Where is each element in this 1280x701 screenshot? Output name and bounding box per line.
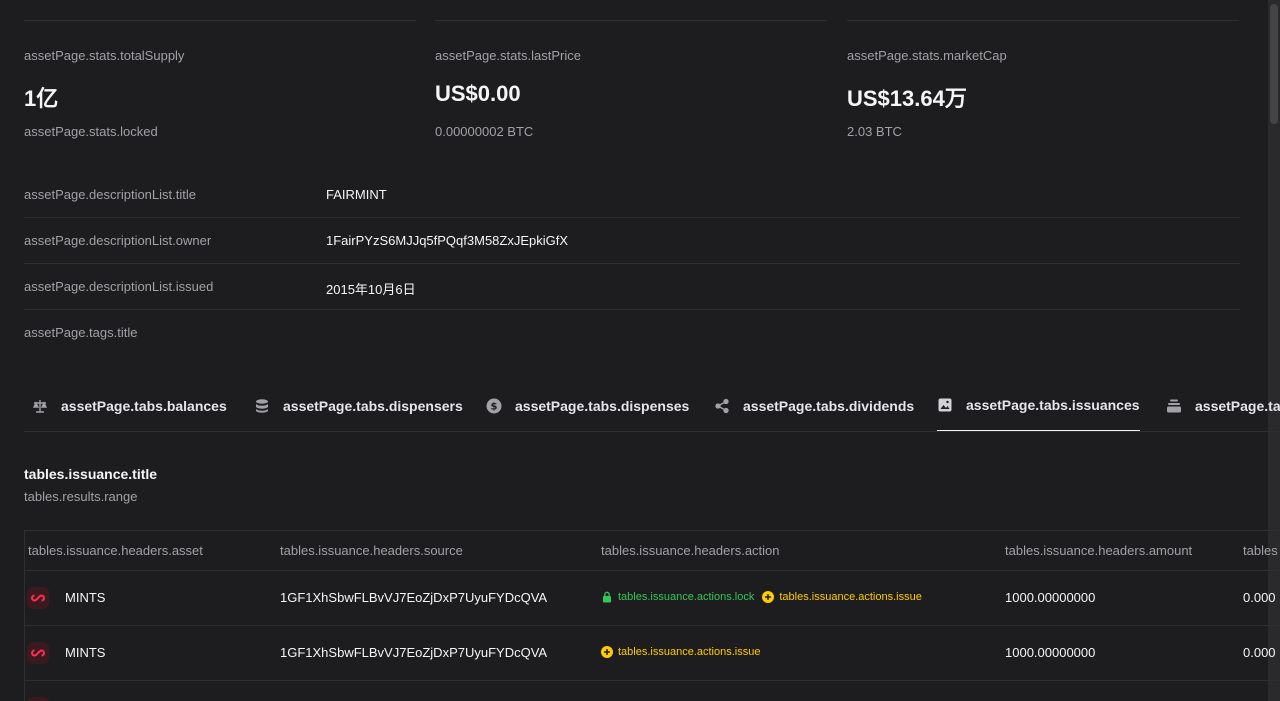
asset-page: assetPage.stats.totalSupply 1亿 assetPage… — [0, 0, 1280, 701]
description-term: assetPage.descriptionList.owner — [24, 233, 212, 248]
dollar-coin-icon: $ — [486, 398, 502, 414]
stat-sub: 2.03 BTC — [847, 124, 902, 139]
badge-label: tables.issuance.actions.issue — [779, 591, 922, 603]
description-term: assetPage.descriptionList.title — [24, 187, 196, 202]
table-row[interactable]: MINTS 1GF1XhSbwFLBvVJ7EoZjDxP7UyuFYDcQVA… — [25, 571, 1280, 626]
stat-value: US$13.64万 — [847, 86, 967, 111]
header-action[interactable]: tables.issuance.headers.action — [601, 543, 780, 558]
owner-address[interactable]: 1FairPYzS6MJJq5fPQqf3M58ZxJEpkiGfX — [326, 233, 568, 248]
action-badges: tables.issuance.actions.lock tables.issu… — [601, 591, 930, 603]
tab-balances[interactable]: assetPage.tabs.balances — [32, 380, 227, 431]
description-term: assetPage.descriptionList.issued — [24, 279, 214, 294]
asset-name[interactable]: MINTS — [65, 590, 105, 605]
extra-value: 0.000 — [1243, 590, 1276, 605]
scrollbar-thumb[interactable] — [1270, 4, 1278, 124]
asset-name[interactable]: MINTS — [65, 645, 105, 660]
tab-label: assetPage.tabs.dispenses — [515, 398, 690, 414]
plus-circle-icon — [601, 646, 613, 658]
tab-dispenses[interactable]: $ assetPage.tabs.dispenses — [486, 380, 690, 431]
stat-label: assetPage.stats.lastPrice — [435, 48, 581, 63]
stat-sub: 0.00000002 BTC — [435, 124, 534, 139]
stat-label: assetPage.stats.marketCap — [847, 48, 1007, 63]
tab-label: assetPage.tabs.dividends — [743, 398, 915, 414]
badge-label: tables.issuance.actions.issue — [618, 646, 761, 658]
table-header-row: tables.issuance.headers.asset tables.iss… — [25, 531, 1280, 571]
scale-icon — [32, 398, 48, 414]
tab-label: assetPage.tabs.dispensers — [283, 398, 463, 414]
tab-dispensers[interactable]: assetPage.tabs.dispensers — [254, 380, 463, 431]
stats-section: assetPage.stats.totalSupply 1亿 assetPage… — [24, 0, 1240, 150]
source-address[interactable]: 1GF1XhSbwFLBvVJ7EoZjDxP7UyuFYDcQVA — [280, 645, 547, 660]
amount-value: 1000.00000000 — [1005, 590, 1096, 605]
plus-circle-icon — [762, 591, 775, 603]
header-source[interactable]: tables.issuance.headers.source — [280, 543, 463, 558]
description-row-title: assetPage.descriptionList.title FAIRMINT — [24, 172, 1240, 218]
stat-market-cap: assetPage.stats.marketCap US$13.64万 2.03… — [847, 20, 1239, 150]
source-address[interactable]: 1GF1XhSbwFLBvVJ7EoZjDxP7UyuFYDcQVA — [280, 590, 547, 605]
issue-badge: tables.issuance.actions.issue — [762, 591, 922, 603]
lock-icon — [601, 591, 613, 603]
image-icon — [937, 397, 953, 413]
issuance-table: tables.issuance.headers.asset tables.iss… — [24, 530, 1280, 701]
asset-logo-icon — [27, 587, 49, 609]
description-list: assetPage.descriptionList.title FAIRMINT… — [24, 172, 1240, 356]
tab-more[interactable]: assetPage.tabs.ta — [1166, 380, 1280, 431]
stat-last-price: assetPage.stats.lastPrice US$0.00 0.0000… — [435, 20, 827, 150]
header-asset[interactable]: tables.issuance.headers.asset — [28, 543, 203, 558]
stat-value: US$0.00 — [435, 81, 521, 106]
tab-label: assetPage.tabs.ta — [1195, 398, 1280, 414]
description-row-owner: assetPage.descriptionList.owner 1FairPYz… — [24, 218, 1240, 264]
share-icon — [714, 398, 730, 414]
tab-issuances[interactable]: assetPage.tabs.issuances — [937, 380, 1140, 431]
table-subtitle: tables.results.range — [24, 489, 138, 504]
amount-value: 1000.00000000 — [1005, 645, 1096, 660]
svg-text:$: $ — [491, 402, 498, 413]
table-row[interactable]: MINTS 1GF1XhSbwFLBvVJ7EoZjDxP7UyuFYDcQVA… — [25, 626, 1280, 681]
tags-title: assetPage.tags.title — [24, 325, 138, 340]
action-badges: tables.issuance.actions.issue — [601, 646, 768, 658]
table-row-partial[interactable] — [25, 681, 1280, 701]
issue-badge: tables.issuance.actions.issue — [601, 646, 760, 658]
stat-sub: assetPage.stats.locked — [24, 124, 158, 139]
table-title: tables.issuance.title — [24, 466, 158, 482]
lock-badge: tables.issuance.actions.lock — [601, 591, 754, 603]
tab-label: assetPage.tabs.balances — [61, 398, 227, 414]
tab-dividends[interactable]: assetPage.tabs.dividends — [714, 380, 915, 431]
database-icon — [254, 398, 270, 414]
header-more[interactable]: tables — [1243, 543, 1278, 558]
header-amount[interactable]: tables.issuance.headers.amount — [1005, 543, 1192, 558]
stat-label: assetPage.stats.totalSupply — [24, 48, 185, 63]
asset-tabs: assetPage.tabs.balances assetPage.tabs.d… — [24, 380, 1280, 432]
stat-total-supply: assetPage.stats.totalSupply 1亿 assetPage… — [24, 20, 416, 150]
description-value: 2015年10月6日 — [326, 282, 416, 297]
asset-logo-icon — [27, 642, 49, 664]
asset-logo-icon — [27, 697, 49, 701]
stat-value: 1亿 — [24, 86, 59, 111]
tab-label: assetPage.tabs.issuances — [966, 397, 1140, 413]
description-row-tags: assetPage.tags.title — [24, 310, 1240, 356]
stack-icon — [1166, 398, 1182, 414]
description-value: FAIRMINT — [326, 187, 387, 202]
extra-value: 0.000 — [1243, 645, 1276, 660]
description-row-issued: assetPage.descriptionList.issued 2015年10… — [24, 264, 1240, 310]
badge-label: tables.issuance.actions.lock — [618, 591, 755, 603]
